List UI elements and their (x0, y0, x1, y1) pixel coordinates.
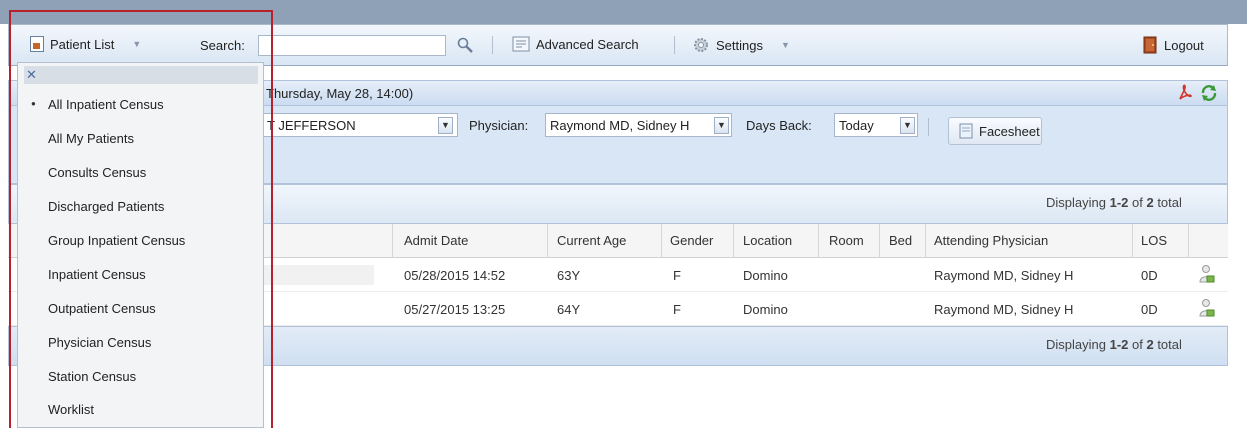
physician-value: Raymond MD, Sidney H (550, 117, 690, 133)
chevron-down-icon[interactable]: ▼ (438, 116, 453, 134)
los-cell: 0D (1141, 302, 1158, 317)
paging-suffix: total (1153, 195, 1182, 210)
magnifier-icon[interactable] (456, 36, 474, 54)
column-separator (547, 224, 548, 258)
paging-of: of (1128, 337, 1147, 352)
column-separator (879, 224, 880, 258)
facility-value: T JEFFERSON (267, 117, 356, 133)
chevron-down-icon: ▼ (132, 39, 142, 49)
logout-button[interactable]: Logout (1143, 36, 1204, 54)
attending-cell: Raymond MD, Sidney H (934, 268, 1074, 283)
menu-item-worklist[interactable]: Worklist (48, 402, 94, 417)
age-cell: 63Y (557, 268, 581, 283)
physician-label: Physician: (469, 118, 529, 133)
paging-range: 1-2 (1109, 337, 1129, 352)
menu-item-group-inpatient-census[interactable]: Group Inpatient Census (48, 233, 185, 248)
patient-list-label: Patient List (50, 36, 115, 52)
settings-label: Settings (716, 37, 763, 53)
column-separator (925, 224, 926, 258)
paging-status-top: Displaying 1-2 of 2 total (1046, 195, 1182, 210)
toolbar-separator (674, 36, 675, 54)
paging-range: 1-2 (1109, 195, 1129, 210)
menu-item-all-inpatient-census[interactable]: All Inpatient Census (48, 97, 164, 112)
menu-item-consults-census[interactable]: Consults Census (48, 165, 146, 180)
chevron-down-icon[interactable]: ▼ (714, 116, 729, 134)
days-back-value: Today (839, 117, 874, 133)
person-lock-icon[interactable] (1199, 264, 1215, 284)
admit-date-cell: 05/27/2015 13:25 (404, 302, 506, 317)
column-separator (392, 224, 393, 258)
selected-bullet-icon: ● (31, 99, 36, 108)
paging-total: 2 (1146, 195, 1154, 210)
age-cell: 64Y (557, 302, 581, 317)
column-header-bed[interactable]: Bed (889, 233, 912, 248)
admit-date-cell: 05/28/2015 14:52 (404, 268, 506, 283)
window-top-strip (0, 0, 1247, 24)
menu-item-all-my-patients[interactable]: All My Patients (48, 131, 134, 146)
settings-button[interactable]: Settings ▼ (692, 36, 790, 54)
facility-select[interactable]: T JEFFERSON ▼ (262, 113, 458, 137)
menu-item-station-census[interactable]: Station Census (48, 369, 136, 384)
search-input[interactable] (258, 35, 446, 56)
close-icon[interactable]: ✕ (26, 67, 37, 83)
column-header-los[interactable]: LOS (1141, 233, 1167, 248)
search-label: Search: (200, 38, 245, 53)
column-header-location[interactable]: Location (743, 233, 792, 248)
toolbar-separator (492, 36, 493, 54)
gear-icon (694, 38, 708, 52)
panel-title: Thursday, May 28, 14:00) (266, 86, 414, 101)
los-cell: 0D (1141, 268, 1158, 283)
column-separator (661, 224, 662, 258)
redacted-patient-name (264, 265, 374, 285)
toolbar-separator (928, 118, 929, 136)
column-header-attending-physician[interactable]: Attending Physician (934, 233, 1048, 248)
column-separator (733, 224, 734, 258)
paging-prefix: Displaying (1046, 195, 1110, 210)
menu-item-physician-census[interactable]: Physician Census (48, 335, 151, 350)
document-icon (30, 36, 44, 52)
column-separator (1188, 224, 1189, 258)
menu-item-inpatient-census[interactable]: Inpatient Census (48, 267, 146, 282)
menu-item-outpatient-census[interactable]: Outpatient Census (48, 301, 156, 316)
logout-door-icon (1143, 36, 1157, 54)
column-header-gender[interactable]: Gender (670, 233, 713, 248)
days-back-label: Days Back: (746, 118, 812, 133)
column-header-current-age[interactable]: Current Age (557, 233, 626, 248)
dropdown-close-bar (24, 66, 258, 84)
advanced-search-icon (512, 36, 530, 52)
column-separator (818, 224, 819, 258)
gender-cell: F (673, 268, 681, 283)
facesheet-button[interactable]: Facesheet (948, 117, 1042, 145)
gender-cell: F (673, 302, 681, 317)
pdf-icon[interactable] (1177, 84, 1193, 102)
paging-status-bottom: Displaying 1-2 of 2 total (1046, 337, 1182, 352)
column-header-admit-date[interactable]: Admit Date (404, 233, 468, 248)
paging-of: of (1128, 195, 1147, 210)
location-cell: Domino (743, 302, 788, 317)
menu-item-discharged-patients[interactable]: Discharged Patients (48, 199, 164, 214)
column-separator (1132, 224, 1133, 258)
paging-suffix: total (1153, 337, 1182, 352)
attending-cell: Raymond MD, Sidney H (934, 302, 1074, 317)
days-back-select[interactable]: Today ▼ (834, 113, 918, 137)
logout-label: Logout (1164, 37, 1204, 53)
paging-total: 2 (1146, 337, 1154, 352)
facesheet-label: Facesheet (979, 123, 1040, 139)
page-icon (959, 123, 973, 139)
chevron-down-icon: ▼ (780, 40, 790, 50)
advanced-search-label: Advanced Search (536, 36, 639, 52)
location-cell: Domino (743, 268, 788, 283)
refresh-icon[interactable] (1200, 84, 1218, 102)
physician-select[interactable]: Raymond MD, Sidney H ▼ (545, 113, 732, 137)
patient-list-button[interactable]: Patient List ▼ (30, 36, 141, 52)
person-lock-icon[interactable] (1199, 298, 1215, 318)
column-header-room[interactable]: Room (829, 233, 864, 248)
paging-prefix: Displaying (1046, 337, 1110, 352)
chevron-down-icon[interactable]: ▼ (900, 116, 915, 134)
advanced-search-button[interactable]: Advanced Search (512, 36, 639, 52)
